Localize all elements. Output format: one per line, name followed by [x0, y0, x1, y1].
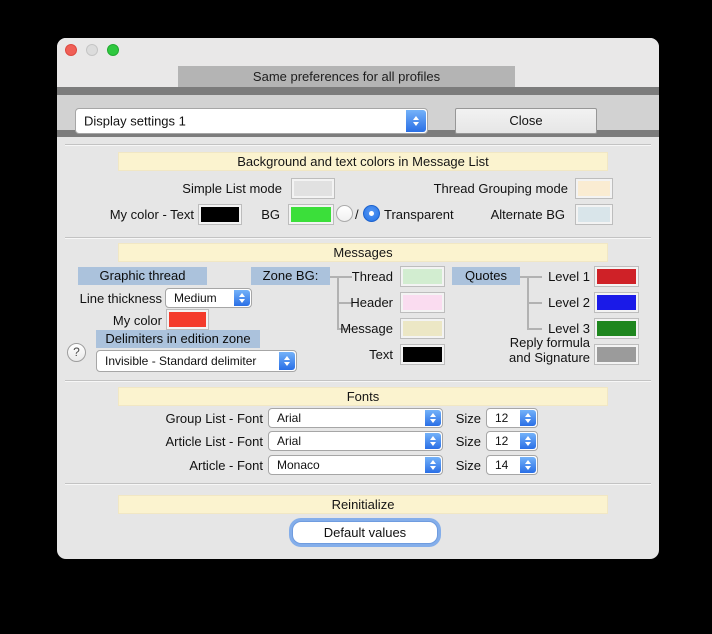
line-thickness-select[interactable]: Medium	[165, 288, 252, 308]
article-size-value: 14	[495, 458, 509, 472]
bg-color-radio[interactable]	[336, 205, 353, 222]
my-color-label: My color	[112, 313, 162, 328]
close-button[interactable]: Close	[455, 108, 597, 134]
article-size-select[interactable]: 14	[486, 455, 538, 475]
section-title-reinitialize: Reinitialize	[118, 495, 608, 514]
simple-list-mode-label: Simple List mode	[182, 181, 282, 196]
article-font-value: Monaco	[277, 458, 320, 472]
tree-line	[520, 276, 542, 278]
group-list-size-value: 12	[495, 411, 509, 425]
zone-header-color-well[interactable]	[400, 292, 445, 313]
article-list-font-value: Arial	[277, 434, 302, 448]
article-font-select[interactable]: Monaco	[268, 455, 443, 475]
chevron-up-down-icon	[425, 457, 441, 473]
quote-level2-color-well[interactable]	[594, 292, 639, 313]
profile-select-value: Display settings 1	[84, 113, 186, 129]
thread-grouping-mode-label: Thread Grouping mode	[433, 181, 568, 196]
reply-formula-color-well[interactable]	[594, 344, 639, 365]
chevron-up-down-icon	[279, 352, 295, 370]
profile-select[interactable]: Display settings 1	[75, 108, 428, 134]
zone-message-label: Message	[340, 321, 393, 336]
chevron-up-down-icon	[234, 290, 250, 306]
minimize-window-button[interactable]	[86, 44, 98, 56]
section-title-message-list: Background and text colors in Message Li…	[118, 152, 608, 171]
section-divider	[65, 144, 651, 146]
zone-text-label: Text	[369, 347, 393, 362]
help-button[interactable]: ?	[67, 343, 86, 362]
quotes-header: Quotes	[452, 267, 520, 285]
size-label: Size	[455, 411, 481, 426]
desktop-background: { "window": { "header_note": "Same prefe…	[0, 0, 712, 634]
zone-thread-label: Thread	[351, 269, 393, 284]
tree-line	[330, 276, 352, 278]
transparent-label: Transparent	[384, 207, 454, 222]
line-thickness-label: Line thickness	[79, 291, 162, 306]
alternate-bg-color-well[interactable]	[575, 204, 613, 225]
section-divider	[65, 237, 651, 239]
line-thickness-value: Medium	[174, 291, 217, 305]
toolbar: Display settings 1 Close	[57, 87, 659, 137]
zone-message-color-well[interactable]	[400, 318, 445, 339]
article-font-label: Article - Font	[189, 458, 263, 473]
quote-level3-color-well[interactable]	[594, 318, 639, 339]
section-title-fonts: Fonts	[118, 387, 608, 406]
chevron-up-down-icon	[425, 433, 441, 449]
article-list-size-select[interactable]: 12	[486, 431, 538, 451]
article-list-font-label: Article List - Font	[165, 434, 263, 449]
group-list-font-label: Group List - Font	[165, 411, 263, 426]
thread-grouping-color-well[interactable]	[575, 178, 613, 199]
slash-separator: /	[355, 207, 359, 222]
my-color-text-label: My color - Text	[109, 207, 194, 222]
tree-line	[527, 328, 542, 330]
group-list-size-select[interactable]: 12	[486, 408, 538, 428]
chevron-up-down-icon	[520, 457, 536, 473]
delimiter-value: Invisible - Standard delimiter	[105, 354, 257, 368]
quote-level1-label: Level 1	[548, 269, 590, 284]
graphic-thread-header: Graphic thread	[78, 267, 207, 285]
simple-list-mode-color-well[interactable]	[291, 178, 335, 199]
bg-label: BG	[261, 207, 280, 222]
zone-header-label: Header	[350, 295, 393, 310]
group-list-font-select[interactable]: Arial	[268, 408, 443, 428]
title-bar: Same preferences for all profiles	[57, 38, 659, 88]
delimiters-header: Delimiters in edition zone	[96, 330, 260, 348]
chevron-up-down-icon	[425, 410, 441, 426]
section-divider	[65, 483, 651, 485]
chevron-up-down-icon	[520, 410, 536, 426]
zone-text-color-well[interactable]	[400, 344, 445, 365]
size-label: Size	[455, 458, 481, 473]
zone-thread-color-well[interactable]	[400, 266, 445, 287]
bg-color-well[interactable]	[288, 204, 334, 225]
chevron-up-down-icon	[406, 110, 426, 132]
tree-line	[527, 302, 542, 304]
zoom-window-button[interactable]	[107, 44, 119, 56]
close-window-button[interactable]	[65, 44, 77, 56]
transparent-radio[interactable]	[363, 205, 380, 222]
group-list-font-value: Arial	[277, 411, 302, 425]
alternate-bg-label: Alternate BG	[490, 207, 565, 222]
delimiter-select[interactable]: Invisible - Standard delimiter	[96, 350, 297, 372]
section-title-messages: Messages	[118, 243, 608, 262]
quote-level1-color-well[interactable]	[594, 266, 639, 287]
reply-formula-label: Reply formula and Signature	[509, 335, 590, 365]
size-label: Size	[455, 434, 481, 449]
chevron-up-down-icon	[520, 433, 536, 449]
quote-level2-label: Level 2	[548, 295, 590, 310]
default-values-button[interactable]: Default values	[292, 521, 438, 544]
my-color-well[interactable]	[166, 309, 209, 330]
text-color-well[interactable]	[198, 204, 242, 225]
section-divider	[65, 380, 651, 382]
preferences-window: Same preferences for all profiles Displa…	[57, 38, 659, 559]
zone-bg-header: Zone BG:	[251, 267, 330, 285]
profiles-note: Same preferences for all profiles	[178, 66, 515, 88]
article-list-font-select[interactable]: Arial	[268, 431, 443, 451]
article-list-size-value: 12	[495, 434, 509, 448]
